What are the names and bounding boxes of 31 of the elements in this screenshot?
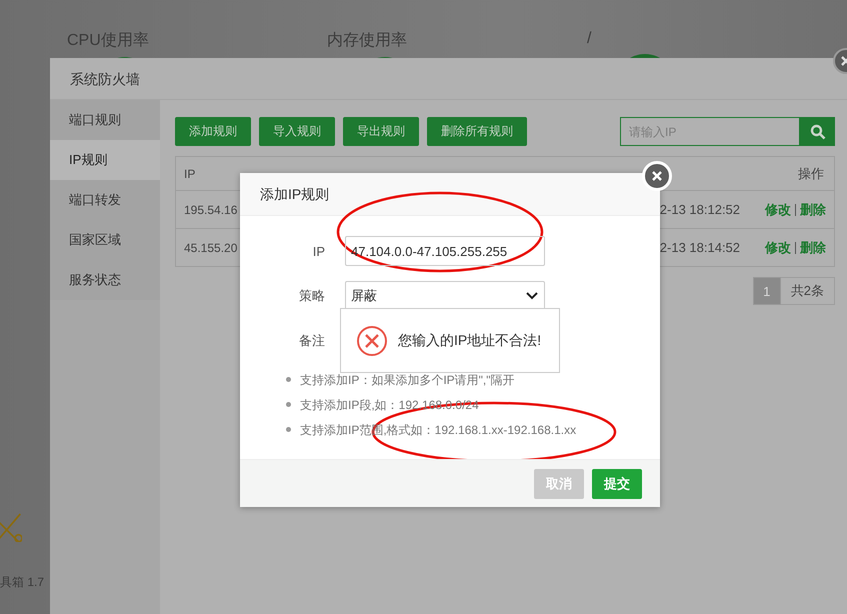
field-label: 备注 <box>298 332 326 350</box>
toolbar-button[interactable]: 删除所有规则 <box>427 117 527 146</box>
edit-link[interactable]: 修改 <box>765 238 792 256</box>
column-header: IP <box>184 166 196 180</box>
total-count: 共2条 <box>780 277 835 305</box>
table-cell: 195.54.16 <box>184 202 238 216</box>
column-header: 操作 <box>798 166 824 180</box>
delete-link[interactable]: 删除 <box>800 238 826 256</box>
toolbar-button[interactable]: 导入规则 <box>259 117 335 146</box>
delete-link[interactable]: 删除 <box>800 200 826 218</box>
submit-button[interactable]: 提交 <box>592 468 642 498</box>
toolbar-button[interactable]: 导出规则 <box>343 117 419 146</box>
sidebar-item[interactable]: 端口规则 <box>50 100 160 140</box>
gauge-label: 内存使用率 <box>327 30 407 51</box>
page-button[interactable]: 1 <box>752 277 781 305</box>
edit-link[interactable]: 修改 <box>765 200 792 218</box>
sidebar-item[interactable]: 国家区域 <box>50 220 160 260</box>
hint-text: 支持添加IP：如果添加多个IP请用","隔开 <box>300 372 515 388</box>
table-cell: 2-13 18:14:52 <box>660 240 740 255</box>
sidebar-item[interactable]: IP规则 <box>50 140 160 180</box>
field-label: 策略 <box>298 287 326 305</box>
dialog-title: 添加IP规则 <box>240 173 660 216</box>
toolbar-button[interactable]: 添加规则 <box>175 117 251 146</box>
table-cell: 45.155.20 <box>184 240 238 254</box>
table-cell: 2-13 18:12:52 <box>660 202 740 217</box>
input-field[interactable]: 47.104.0.0-47.105.255.255 <box>345 236 545 266</box>
sidebar-item[interactable]: 端口转发 <box>50 180 160 220</box>
gauge-label: / <box>587 30 592 48</box>
error-message: 您输入的IP地址不合法! <box>398 332 542 350</box>
sidebar-item[interactable]: 服务状态 <box>50 260 160 300</box>
field-label: IP <box>312 244 326 258</box>
